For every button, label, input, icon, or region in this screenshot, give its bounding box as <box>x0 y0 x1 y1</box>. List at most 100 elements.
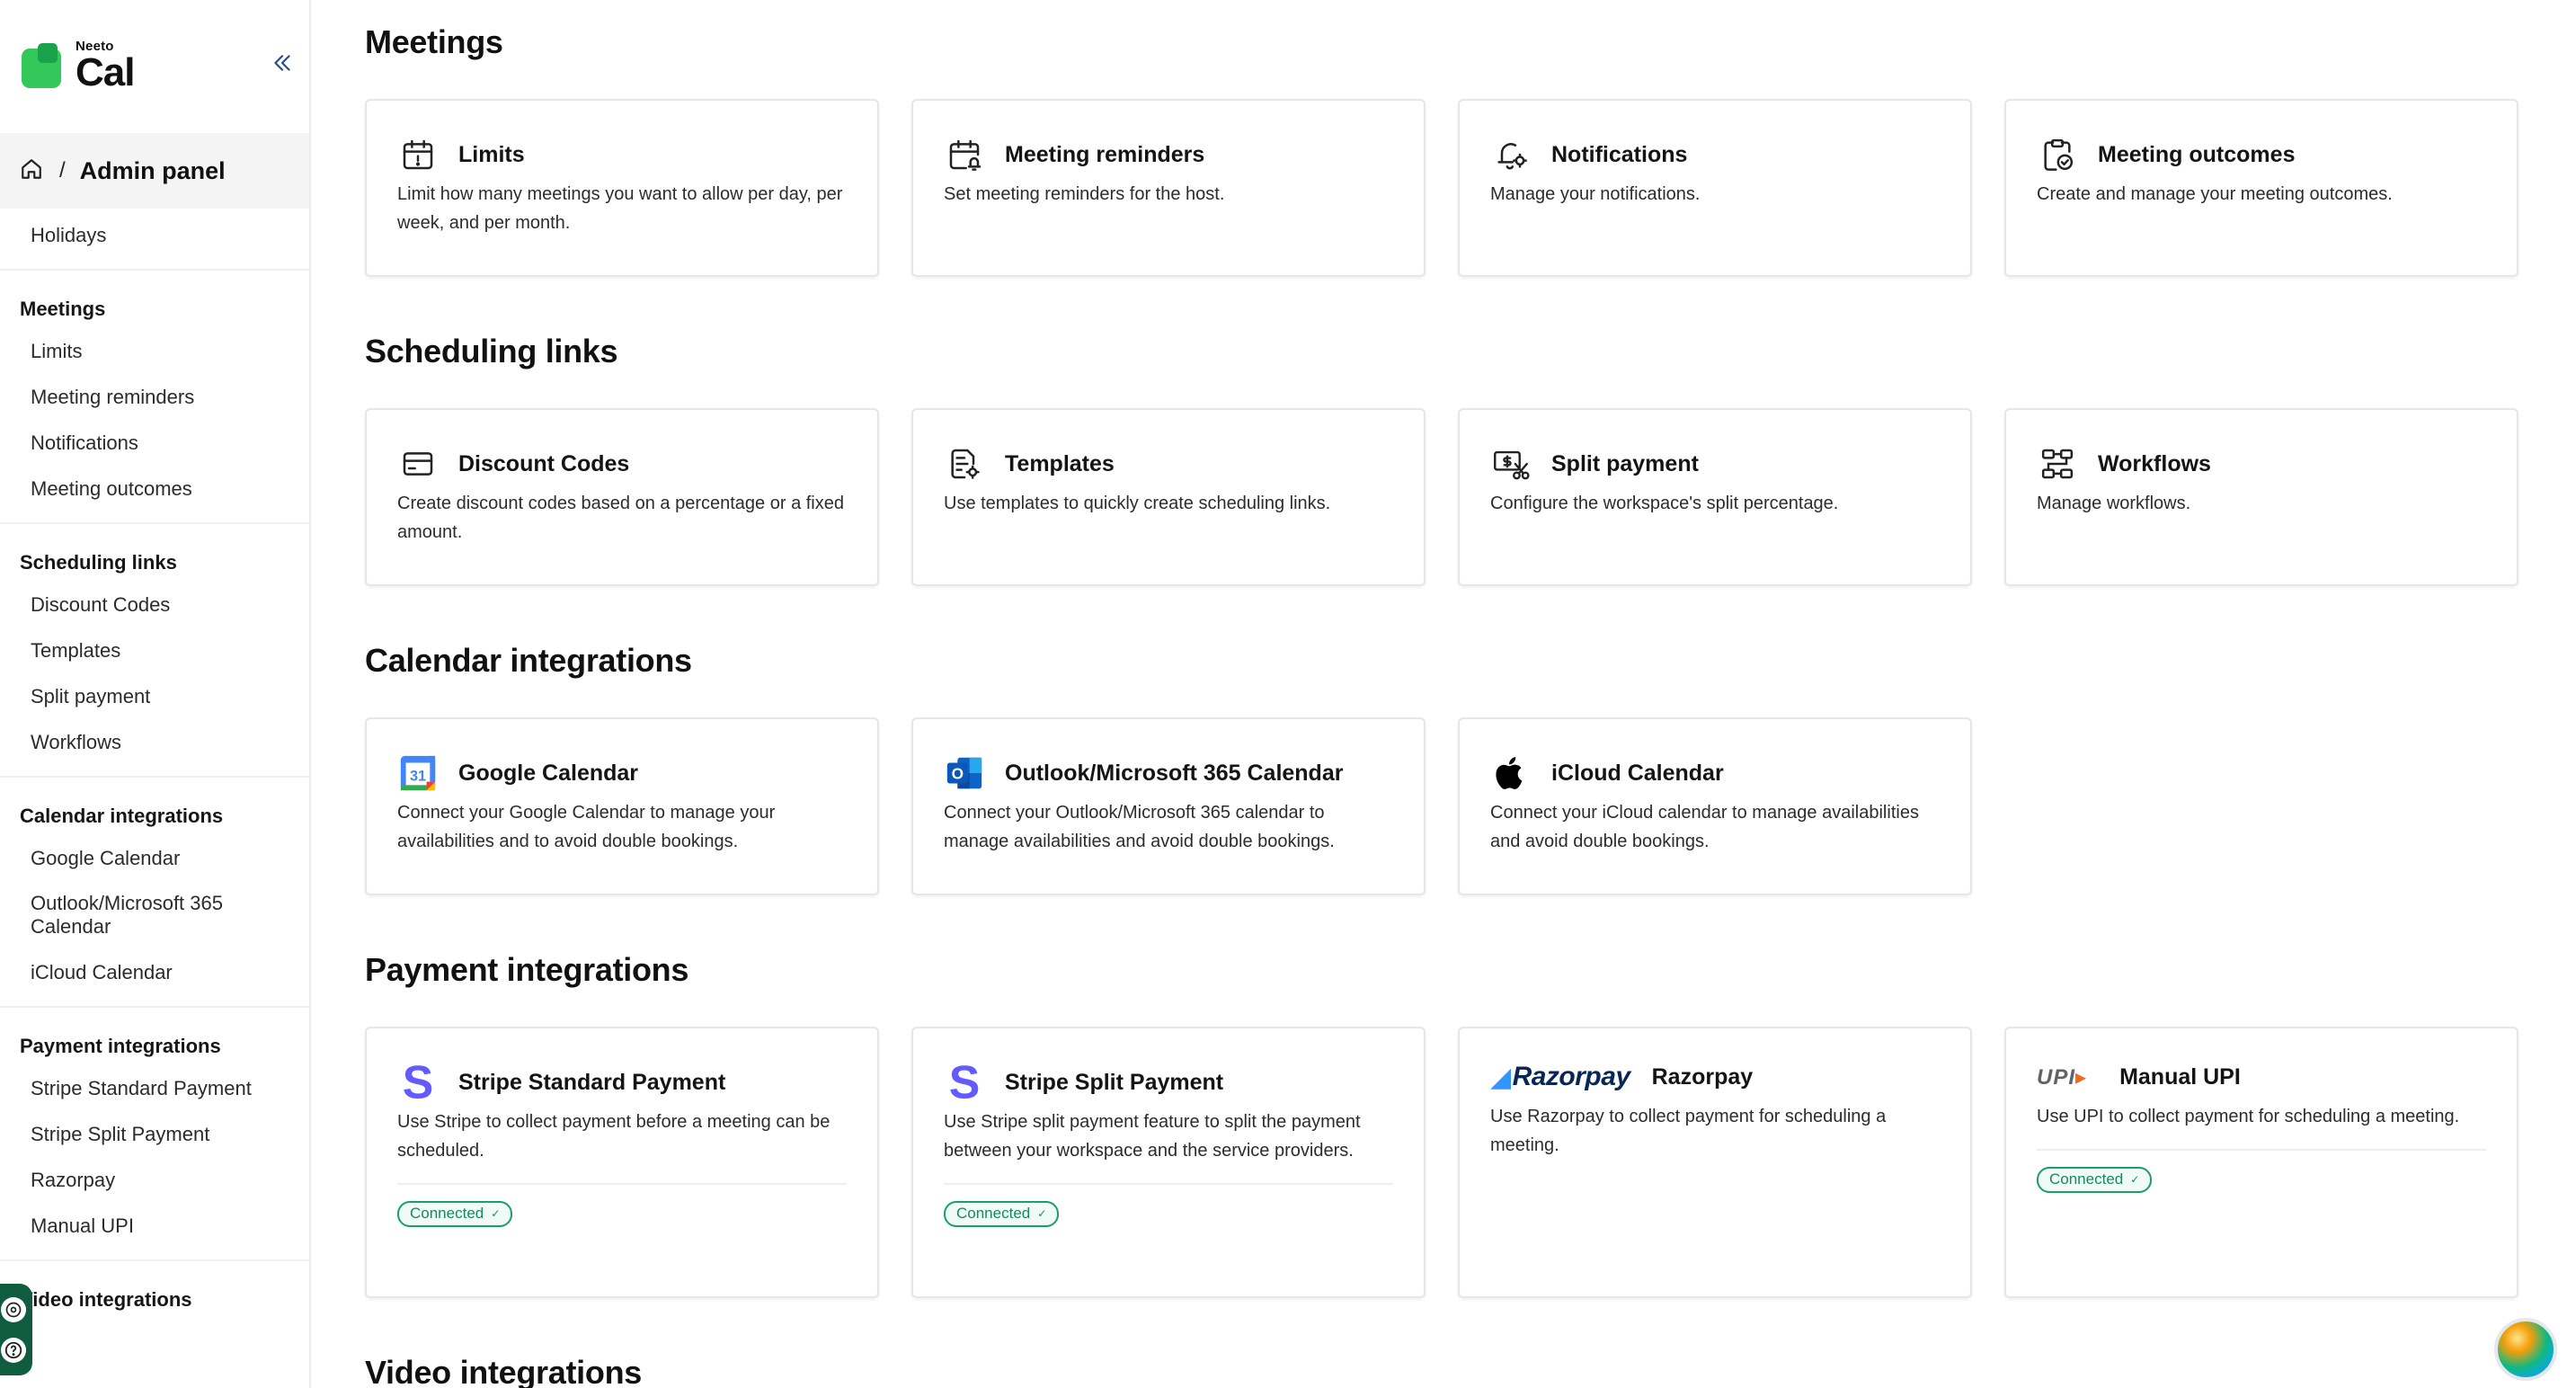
sidebar-item-google-calendar[interactable]: Google Calendar <box>0 835 309 881</box>
card-workflows[interactable]: Workflows Manage workflows. <box>2004 408 2518 586</box>
card-description: Connect your iCloud calendar to manage a… <box>1490 803 1919 851</box>
connected-badge: Connected ✓ <box>2037 1167 2153 1193</box>
stripe-icon: S <box>397 1062 439 1103</box>
logo-big-text: Cal <box>76 50 135 94</box>
card-meeting-outcomes[interactable]: Meeting outcomes Create and manage your … <box>2004 99 2518 277</box>
sidebar-item-meeting-reminders[interactable]: Meeting reminders <box>0 374 309 420</box>
section-title-video-integrations: Video integrations <box>365 1354 642 1388</box>
section-title-meetings: Meetings <box>365 23 503 60</box>
home-icon[interactable] <box>20 157 43 185</box>
help-icon <box>4 1341 22 1358</box>
connected-badge: Connected ✓ <box>944 1201 1060 1227</box>
card-manual-upi[interactable]: UPI▸ Manual UPI Use UPI to collect payme… <box>2004 1027 2518 1298</box>
double-chevron-left-icon <box>274 55 290 71</box>
card-title: Manual UPI <box>2119 1063 2241 1090</box>
card-razorpay[interactable]: ◢ Razorpay Razorpay Use Razorpay to colle… <box>1458 1027 1972 1298</box>
sidebar-item-notifications[interactable]: Notifications <box>0 420 309 466</box>
sidebar-nav: Holidays Meetings Limits Meeting reminde… <box>0 209 309 1330</box>
help-button[interactable] <box>1 1337 26 1363</box>
card-description: Set meeting reminders for the host. <box>944 184 1225 204</box>
card-title: Razorpay <box>1651 1063 1754 1090</box>
sidebar-item-razorpay[interactable]: Razorpay <box>0 1157 309 1203</box>
card-description: Configure the workspace's split percenta… <box>1490 494 1839 513</box>
card-description: Use UPI to collect payment for schedulin… <box>2037 1107 2460 1126</box>
breadcrumb-current: Admin panel <box>79 156 226 184</box>
clipboard-check-icon <box>2037 134 2078 175</box>
card-divider <box>944 1183 1393 1185</box>
card-description: Connect your Outlook/Microsoft 365 calen… <box>944 803 1335 851</box>
card-split-payment[interactable]: Split payment Configure the workspace's … <box>1458 408 1972 586</box>
keyboard-shortcuts-button[interactable] <box>1 1296 26 1322</box>
breadcrumb-separator: / <box>59 158 66 182</box>
card-google-calendar[interactable]: 31 Google Calendar Connect your Google C… <box>365 717 879 895</box>
stripe-icon: S <box>944 1062 985 1103</box>
sidebar-item-templates[interactable]: Templates <box>0 627 309 673</box>
card-title: Stripe Standard Payment <box>458 1069 726 1095</box>
card-title: Limits <box>458 141 525 167</box>
section-title-scheduling-links: Scheduling links <box>365 333 618 369</box>
sidebar-item-stripe-standard[interactable]: Stripe Standard Payment <box>0 1065 309 1111</box>
card-discount-codes[interactable]: Discount Codes Create discount codes bas… <box>365 408 879 586</box>
card-description: Create and manage your meeting outcomes. <box>2037 184 2393 204</box>
card-meeting-reminders[interactable]: Meeting reminders Set meeting reminders … <box>911 99 1426 277</box>
section-title-payment-integrations: Payment integrations <box>365 951 689 988</box>
check-icon: ✓ <box>1037 1207 1047 1220</box>
user-avatar[interactable] <box>2494 1318 2557 1381</box>
nav-group-video: Video integrations <box>0 1261 309 1330</box>
card-title: Outlook/Microsoft 365 Calendar <box>1005 760 1344 786</box>
card-title: Google Calendar <box>458 760 639 786</box>
sidebar-item-stripe-split[interactable]: Stripe Split Payment <box>0 1111 309 1157</box>
sidebar-item-workflows[interactable]: Workflows <box>0 719 309 765</box>
card-description: Connect your Google Calendar to manage y… <box>397 803 776 851</box>
card-stripe-split-payment[interactable]: S Stripe Split Payment Use Stripe split … <box>911 1027 1426 1298</box>
payment-split-icon <box>1490 443 1532 485</box>
card-description: Create discount codes based on a percent… <box>397 494 844 542</box>
card-templates[interactable]: Templates Use templates to quickly creat… <box>911 408 1426 586</box>
card-title: Split payment <box>1551 450 1699 476</box>
sidebar-item-discount-codes[interactable]: Discount Codes <box>0 582 309 627</box>
connected-badge: Connected ✓ <box>397 1201 513 1227</box>
section-title-calendar-integrations: Calendar integrations <box>365 642 692 679</box>
neetocal-logo[interactable]: Neeto Cal <box>22 40 135 94</box>
nav-heading-meetings[interactable]: Meetings <box>0 278 309 328</box>
sidebar-item-meeting-outcomes[interactable]: Meeting outcomes <box>0 466 309 512</box>
card-title: Notifications <box>1551 141 1688 167</box>
neetocal-logo-icon <box>22 43 65 90</box>
card-stripe-standard-payment[interactable]: S Stripe Standard Payment Use Stripe to … <box>365 1027 879 1298</box>
card-icloud-calendar[interactable]: iCloud Calendar Connect your iCloud cale… <box>1458 717 1972 895</box>
google-calendar-icon: 31 <box>397 752 439 794</box>
card-outlook-calendar[interactable]: O Outlook/Microsoft 365 Calendar Connect… <box>911 717 1426 895</box>
card-limits[interactable]: Limits Limit how many meetings you want … <box>365 99 879 277</box>
card-title: Discount Codes <box>458 450 630 476</box>
sidebar-item-limits[interactable]: Limits <box>0 328 309 374</box>
card-description: Manage your notifications. <box>1490 184 1701 204</box>
nav-group-top: Holidays <box>0 209 309 271</box>
bell-gear-icon <box>1490 134 1532 175</box>
outlook-icon-text: O <box>952 765 964 783</box>
card-description: Use Stripe to collect payment before a m… <box>397 1112 831 1161</box>
nav-group-calendar: Calendar integrations Google Calendar Ou… <box>0 778 309 1008</box>
card-description: Use Stripe split payment feature to spli… <box>944 1112 1361 1161</box>
sidebar-item-holidays[interactable]: Holidays <box>0 212 309 258</box>
document-gear-icon <box>944 443 985 485</box>
card-notifications[interactable]: Notifications Manage your notifications. <box>1458 99 1972 277</box>
sidebar-item-outlook-calendar[interactable]: Outlook/Microsoft 365 Calendar <box>0 881 261 949</box>
card-icon <box>397 443 439 485</box>
razorpay-logo-icon: ◢ Razorpay <box>1490 1062 1630 1092</box>
google-calendar-icon-text: 31 <box>410 769 426 785</box>
card-title: Stripe Split Payment <box>1005 1069 1224 1095</box>
collapse-sidebar-button[interactable] <box>264 47 300 79</box>
check-icon: ✓ <box>2130 1173 2140 1186</box>
upi-logo-icon: UPI▸ <box>2037 1064 2088 1090</box>
sidebar-item-manual-upi[interactable]: Manual UPI <box>0 1203 309 1249</box>
nav-heading-payment-integrations[interactable]: Payment integrations <box>0 1015 309 1065</box>
sidebar-item-icloud-calendar[interactable]: iCloud Calendar <box>0 949 309 995</box>
card-title: Templates <box>1005 450 1115 476</box>
nav-heading-calendar-integrations[interactable]: Calendar integrations <box>0 785 309 835</box>
sidebar-item-split-payment[interactable]: Split payment <box>0 673 309 719</box>
card-description: Manage workflows. <box>2037 494 2191 513</box>
card-divider <box>397 1183 847 1185</box>
keyboard-icon <box>5 1302 22 1317</box>
nav-heading-scheduling-links[interactable]: Scheduling links <box>0 531 309 582</box>
nav-heading-video-integrations[interactable]: Video integrations <box>0 1268 309 1319</box>
